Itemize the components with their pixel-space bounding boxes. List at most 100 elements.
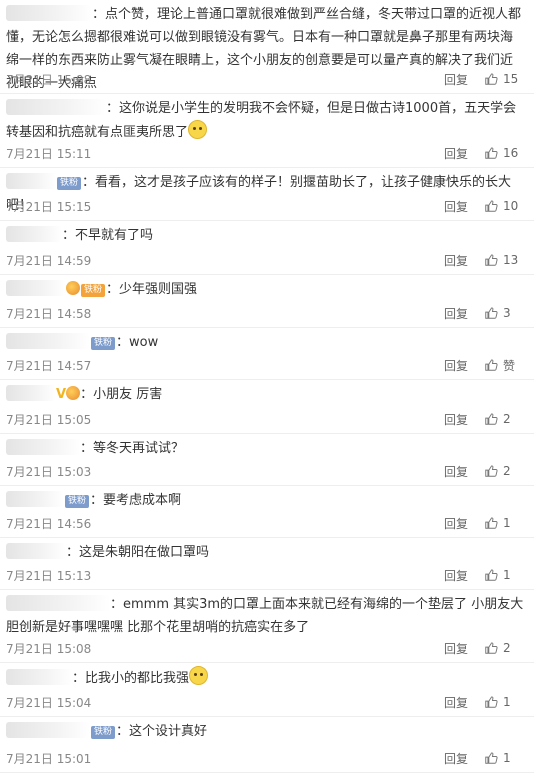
username-blurred[interactable]	[6, 543, 66, 559]
reply-button[interactable]: 回复	[444, 198, 484, 215]
comment-list: ：点个赞，理论上普通口罩就很难做到严丝合缝，冬天带过口罩的近视人都懂，无论怎么摁…	[0, 0, 534, 773]
reply-button[interactable]: 回复	[444, 71, 484, 88]
comment-text: ：比我小的都比我强	[72, 671, 190, 686]
like-button[interactable]: 1	[484, 751, 534, 765]
comment-text: ：小朋友 厉害	[80, 387, 163, 402]
like-button[interactable]: 2	[484, 641, 534, 655]
reply-button[interactable]: 回复	[444, 252, 484, 269]
like-button[interactable]: 13	[484, 253, 534, 267]
comment-item: ：点个赞，理论上普通口罩就很难做到严丝合缝，冬天带过口罩的近视人都懂，无论怎么摁…	[0, 0, 534, 94]
username-blurred[interactable]	[6, 333, 90, 349]
comment-meta: 7月21日 15:01 回复 1	[6, 746, 534, 770]
like-count: 2	[503, 464, 511, 478]
fan-badge: 铁粉	[81, 284, 106, 297]
reply-button[interactable]: 回复	[444, 750, 484, 767]
comment-body: V ：小朋友 厉害	[6, 380, 534, 406]
like-count: 2	[503, 412, 511, 426]
comment-meta: 7月21日 15:08 回复 15	[6, 67, 534, 91]
comment-body: ：emmm 其实3m的口罩上面本来就已经有海绵的一个垫层了 小朋友大胆创新是好事…	[6, 590, 534, 639]
comment-meta: 7月21日 15:15 回复 10	[6, 194, 534, 218]
username-blurred[interactable]	[6, 280, 66, 296]
username-blurred[interactable]	[6, 722, 90, 738]
like-button[interactable]: 1	[484, 695, 534, 709]
reply-button[interactable]: 回复	[444, 411, 484, 428]
like-button[interactable]: 3	[484, 306, 534, 320]
comment-timestamp: 7月21日 15:15	[6, 199, 92, 214]
comment-timestamp: 7月21日 14:56	[6, 516, 92, 531]
comment-meta: 7月21日 15:08 回复 2	[6, 636, 534, 660]
comment-text: ：不早就有了吗	[62, 228, 154, 243]
like-button[interactable]: 2	[484, 412, 534, 426]
comment-timestamp: 7月21日 15:13	[6, 568, 92, 583]
reply-button[interactable]: 回复	[444, 694, 484, 711]
reply-button[interactable]: 回复	[444, 145, 484, 162]
like-count: 1	[503, 695, 511, 709]
comment-item: 铁粉 ：要考虑成本啊 7月21日 14:56 回复 1	[0, 486, 534, 538]
username-blurred[interactable]	[6, 99, 106, 115]
username-blurred[interactable]	[6, 5, 92, 21]
fan-badge: 铁粉	[57, 177, 82, 190]
reply-button[interactable]: 回复	[444, 640, 484, 657]
comment-timestamp: 7月21日 15:08	[6, 641, 92, 656]
thumbs-up-icon	[484, 412, 498, 426]
reply-button[interactable]: 回复	[444, 463, 484, 480]
username-blurred[interactable]	[6, 491, 64, 507]
comment-item: ：emmm 其实3m的口罩上面本来就已经有海绵的一个垫层了 小朋友大胆创新是好事…	[0, 590, 534, 663]
thumbs-up-icon	[484, 358, 498, 372]
like-count: 15	[503, 72, 519, 86]
like-count: 1	[503, 751, 511, 765]
fan-badge: 铁粉	[91, 726, 116, 739]
comment-meta: 7月21日 15:03 回复 2	[6, 459, 534, 483]
reply-button[interactable]: 回复	[444, 515, 484, 532]
username-blurred[interactable]	[6, 595, 110, 611]
comment-body: ：不早就有了吗	[6, 221, 534, 247]
username-blurred[interactable]	[6, 173, 56, 189]
fan-badge: 铁粉	[91, 337, 116, 350]
thumbs-up-icon	[484, 306, 498, 320]
comment-item: ：等冬天再试试？ 7月21日 15:03 回复 2	[0, 434, 534, 486]
comment-text: ：要考虑成本啊	[90, 493, 182, 508]
comment-body: ：这是朱朝阳在做口罩吗	[6, 538, 534, 564]
like-button[interactable]: 15	[484, 72, 534, 86]
medal-icon	[66, 386, 81, 400]
like-count: 10	[503, 199, 519, 213]
comment-text: ：少年强则国强	[106, 282, 198, 297]
comment-timestamp: 7月21日 15:04	[6, 695, 92, 710]
comment-meta: 7月21日 14:59 回复 13	[6, 248, 534, 272]
comment-text: ：等冬天再试试？	[80, 441, 185, 456]
like-button[interactable]: 16	[484, 146, 534, 160]
like-count: 1	[503, 516, 511, 530]
smile-emoji-icon	[188, 120, 208, 139]
like-button[interactable]: 1	[484, 568, 534, 582]
comment-meta: 7月21日 14:56 回复 1	[6, 511, 534, 535]
thumbs-up-icon	[484, 568, 498, 582]
comment-text: ：这个设计真好	[116, 724, 208, 739]
reply-button[interactable]: 回复	[444, 567, 484, 584]
like-count: 2	[503, 641, 511, 655]
username-blurred[interactable]	[6, 385, 56, 401]
username-blurred[interactable]	[6, 669, 72, 685]
username-blurred[interactable]	[6, 439, 80, 455]
comment-meta: 7月21日 14:58 回复 3	[6, 301, 534, 325]
comment-item: ：比我小的都比我强 7月21日 15:04 回复 1	[0, 663, 534, 717]
like-button[interactable]: 赞	[484, 357, 534, 374]
thumbs-up-icon	[484, 751, 498, 765]
like-button[interactable]: 2	[484, 464, 534, 478]
username-blurred[interactable]	[6, 226, 62, 242]
smile-emoji-icon	[189, 666, 209, 685]
comment-meta: 7月21日 15:11 回复 16	[6, 141, 534, 165]
like-count: 13	[503, 253, 519, 267]
like-button[interactable]: 1	[484, 516, 534, 530]
comment-item: V ：小朋友 厉害 7月21日 15:05 回复 2	[0, 380, 534, 434]
comment-body: ：比我小的都比我强	[6, 663, 534, 690]
reply-button[interactable]: 回复	[444, 305, 484, 322]
comment-timestamp: 7月21日 14:58	[6, 306, 92, 321]
comment-body: 铁粉 ：要考虑成本啊	[6, 486, 534, 512]
reply-button[interactable]: 回复	[444, 357, 484, 374]
fan-badge: 铁粉	[65, 495, 90, 508]
like-button[interactable]: 10	[484, 199, 534, 213]
comment-timestamp: 7月21日 15:01	[6, 751, 92, 766]
comment-item: 铁粉 ：少年强则国强 7月21日 14:58 回复 3	[0, 275, 534, 328]
like-count: 16	[503, 146, 519, 160]
comment-meta: 7月21日 15:05 回复 2	[6, 407, 534, 431]
